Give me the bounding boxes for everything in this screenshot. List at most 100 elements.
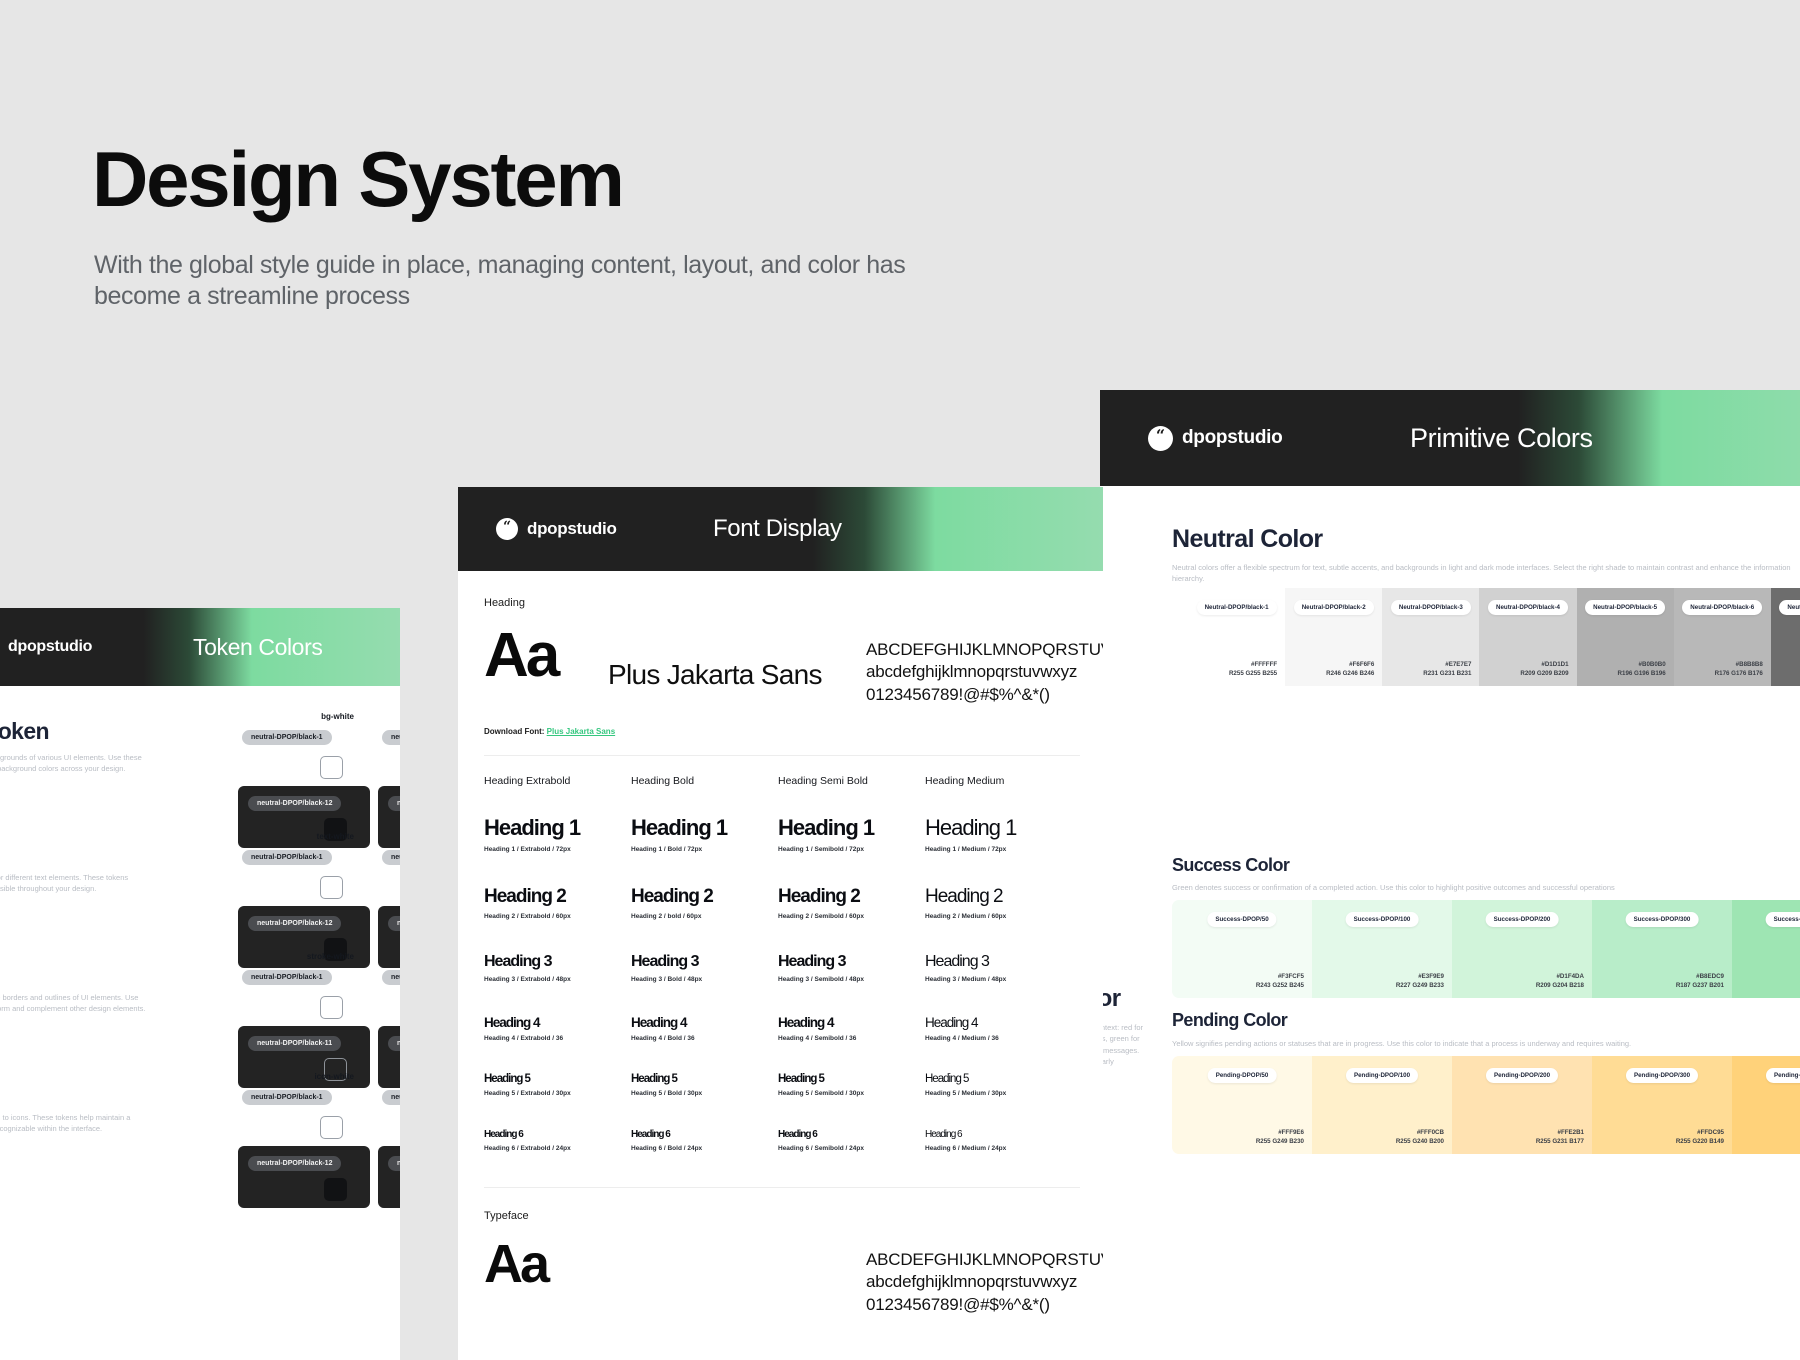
color-swatch[interactable]: Success-DPOP/300 #B8EDC9 R187 G237 B201 bbox=[1592, 900, 1732, 998]
divider bbox=[484, 755, 1080, 756]
font-column-header: Heading Bold bbox=[631, 775, 695, 787]
swatch-name-chip: Pending-DPOP/300 bbox=[1625, 1068, 1699, 1083]
color-swatch[interactable]: Neutral-DPOP/black-1 #FFFFFF R255 G255 B25… bbox=[1188, 588, 1286, 686]
token-pill-dark[interactable]: neutral-DPOP/black-12 bbox=[388, 916, 400, 931]
page-title: Design System bbox=[92, 135, 625, 223]
heading-sample: Heading 5 Heading 5 / Medium / 30px bbox=[925, 1073, 1006, 1097]
token-label: icon-white bbox=[314, 1072, 354, 1081]
swatch-value: #B8B8B8 R176 G176 B176 bbox=[1715, 661, 1763, 679]
quote-mark-icon: “ bbox=[1148, 425, 1173, 451]
swatch-value: #B8EDC9 R187 G237 B201 bbox=[1676, 973, 1724, 991]
color-swatch[interactable]: Neutral-DPOP/black-2 #F6F6F6 R246 G246 B24… bbox=[1285, 588, 1383, 686]
token-label: bg-white bbox=[321, 712, 354, 721]
token-pill-dark[interactable]: neutral-DPOP/black-12 bbox=[248, 1156, 342, 1171]
pending-color-desc: Yellow signifies pending actions or stat… bbox=[1172, 1039, 1632, 1048]
swatch-rgb: R255 G231 B177 bbox=[1535, 1138, 1584, 1146]
color-swatch[interactable]: Success-DPOP/100 #E3F9E9 R227 G249 B233 bbox=[1312, 900, 1452, 998]
color-swatch[interactable]: Pending-DPOP/200 #FFE2B1 R255 G231 B177 bbox=[1452, 1056, 1592, 1154]
heading-sample-spec: Heading 5 / Semibold / 30px bbox=[778, 1090, 864, 1097]
token-label: icon-white bbox=[382, 1072, 400, 1081]
token-group-desc: These tokens define the color values app… bbox=[0, 1113, 131, 1134]
token-pill-dark[interactable]: neutral-DPOP/black-11 bbox=[248, 1036, 342, 1051]
token-swatch-light[interactable] bbox=[320, 996, 343, 1019]
swatch-name-chip: Success-DPOP/200 bbox=[1485, 912, 1559, 927]
heading-sample-spec: Heading 5 / Extrabold / 30px bbox=[484, 1090, 571, 1097]
color-swatch[interactable]: Pending-DPOP/400#FFD27AR255 G210 B122 bbox=[1732, 1056, 1800, 1154]
glyph-line: 0123456789!@#$%^&*() bbox=[866, 684, 1050, 704]
heading-sample: Heading 4 Heading 4 / Medium / 36 bbox=[925, 1015, 999, 1042]
color-swatch[interactable]: Success-DPOP/200 #D1F4DA R209 G204 B218 bbox=[1452, 900, 1592, 998]
color-swatch[interactable]: Pending-DPOP/100 #FFF0CB R255 G240 B200 bbox=[1312, 1056, 1452, 1154]
token-pill-dark[interactable]: neutral-DPOP/black-12 bbox=[388, 796, 400, 811]
color-swatch[interactable]: Pending-DPOP/300 #FFDC95 R255 G220 B149 bbox=[1592, 1056, 1732, 1154]
heading-sample-label: Heading 4 bbox=[778, 1015, 835, 1030]
token-pill-light[interactable]: neutral-DPOP/black-1 bbox=[242, 1090, 332, 1105]
brand-logo: “ dpopstudio bbox=[496, 518, 617, 540]
heading-sample-spec: Heading 3 / Medium / 48px bbox=[925, 976, 1007, 983]
token-pill-light[interactable]: neutral-DPOP/black-1 bbox=[382, 1090, 400, 1105]
token-pill-light[interactable]: neutral-DPOP/black-1 bbox=[382, 970, 400, 985]
color-swatch[interactable]: Neutral-DPOP/black-5 #B0B0B0 R196 G196 B19… bbox=[1576, 588, 1674, 686]
token-pill-light[interactable]: neutral-DPOP/black-1 bbox=[242, 850, 332, 865]
token-swatch-light[interactable] bbox=[320, 1116, 343, 1139]
heading-sample: Heading 5 Heading 5 / Semibold / 30px bbox=[778, 1073, 864, 1097]
token-pill-light[interactable]: neutral-DPOP/black-1 bbox=[242, 970, 332, 985]
swatch-name-chip: Success-DPOP/50 bbox=[1207, 912, 1277, 927]
swatch-hex: #F3FCF5 bbox=[1277, 973, 1304, 981]
token-swatch-light[interactable] bbox=[320, 756, 343, 779]
token-group-title: Background Token bbox=[0, 718, 50, 744]
token-pill-dark[interactable]: neutral-DPOP/black-12 bbox=[388, 1156, 400, 1171]
brand-logo: “ dpopstudio bbox=[0, 637, 92, 658]
swatch-rgb: R255 G240 B200 bbox=[1395, 1138, 1444, 1146]
heading-sample-spec: Heading 2 / Medium / 60px bbox=[925, 913, 1007, 920]
font-column-header: Heading Semi Bold bbox=[778, 775, 868, 787]
token-swatch-light[interactable] bbox=[320, 876, 343, 899]
token-pill-light[interactable]: neutral-DPOP/black-1 bbox=[242, 730, 332, 745]
download-font-line: Download Font: Plus Jakarta Sans bbox=[484, 727, 615, 736]
swatch-hex: #F6F6F6 bbox=[1349, 661, 1375, 669]
heading-sample-label: Heading 4 bbox=[631, 1015, 688, 1030]
color-swatch[interactable]: Neutral-DPOP/black-6 #B8B8B8 R176 G176 B17… bbox=[1673, 588, 1771, 686]
neutral-color-title: Neutral Color bbox=[1172, 525, 1323, 553]
token-pill-dark[interactable]: neutral-DPOP/black-12 bbox=[248, 916, 342, 931]
heading-sample: Heading 4 Heading 4 / Extrabold / 36 bbox=[484, 1015, 563, 1042]
swatch-value: #FFE2B1 R255 G231 B177 bbox=[1536, 1129, 1584, 1147]
heading-sample-spec: Heading 1 / Bold / 72px bbox=[631, 846, 703, 853]
heading-sample-spec: Heading 4 / Extrabold / 36 bbox=[484, 1035, 564, 1042]
font-display-card: “ dpopstudio Font Display Heading Aa Plu… bbox=[458, 487, 1103, 1360]
primitive-colors-card: “ dpopstudio Primitive Colors Neutral Co… bbox=[1100, 390, 1800, 1360]
heading-sample-spec: Heading 1 / Extrabold / 72px bbox=[484, 846, 571, 853]
swatch-hex: #FFFFFF bbox=[1251, 661, 1278, 669]
heading-sample: Heading 6 Heading 6 / Medium / 24px bbox=[925, 1129, 1006, 1152]
token-swatch-dark[interactable] bbox=[324, 1178, 347, 1201]
heading-sample-label: Heading 1 bbox=[631, 815, 728, 840]
color-swatch[interactable]: Neutral-DPOP/black-4 #D1D1D1 R209 G209 B20… bbox=[1479, 588, 1577, 686]
banner-title: Token Colors bbox=[193, 633, 323, 660]
heading-sample: Heading 3 Heading 3 / Medium / 48px bbox=[925, 953, 1006, 983]
brand-name: dpopstudio bbox=[8, 638, 93, 655]
token-pill-light[interactable]: neutral-DPOP/black-1 bbox=[382, 730, 400, 745]
swatch-hex: #FFF9E6 bbox=[1278, 1129, 1304, 1137]
heading-sample-spec: Heading 5 / Bold / 30px bbox=[631, 1090, 703, 1097]
token-pill-dark[interactable]: neutral-DPOP/black-11 bbox=[388, 1036, 400, 1051]
heading-sample-spec: Heading 2 / Semibold / 60px bbox=[778, 913, 864, 920]
heading-sample-label: Heading 1 bbox=[778, 815, 875, 840]
divider bbox=[484, 1187, 1080, 1188]
color-swatch[interactable]: Neutral-DPOP/black-7#6D6D6DR109 G109 B10… bbox=[1770, 588, 1800, 686]
swatch-value: #F6F6F6 R246 G246 B246 bbox=[1326, 661, 1374, 679]
token-group-desc: These are the color values used for the … bbox=[0, 753, 142, 774]
typeface-specimen-aa: Aa bbox=[484, 1234, 550, 1294]
token-pill-light[interactable]: neutral-DPOP/black-1 bbox=[382, 850, 400, 865]
color-swatch[interactable]: Pending-DPOP/50 #FFF9E6 R255 G249 B230 bbox=[1172, 1056, 1312, 1154]
heading-sample-spec: Heading 6 / Bold / 24px bbox=[631, 1145, 703, 1152]
download-font-link[interactable]: Plus Jakarta Sans bbox=[547, 727, 615, 736]
heading-sample-label: Heading 1 bbox=[484, 815, 581, 840]
swatch-hex: #D1F4DA bbox=[1556, 973, 1584, 981]
heading-sample-spec: Heading 4 / Semibold / 36 bbox=[778, 1035, 857, 1042]
heading-sample: Heading 2 Heading 2 / bold / 60px bbox=[631, 886, 714, 920]
color-swatch[interactable]: Success-DPOP/50 #F3FCF5 R243 G252 B245 bbox=[1172, 900, 1312, 998]
heading-sample-label: Heading 3 bbox=[925, 953, 990, 970]
token-pill-dark[interactable]: neutral-DPOP/black-12 bbox=[248, 796, 342, 811]
color-swatch[interactable]: Success-DPOP/400#9EE5B3R158 G229 B179 bbox=[1732, 900, 1800, 998]
color-swatch[interactable]: Neutral-DPOP/black-3 #E7E7E7 R231 G231 B23… bbox=[1382, 588, 1480, 686]
